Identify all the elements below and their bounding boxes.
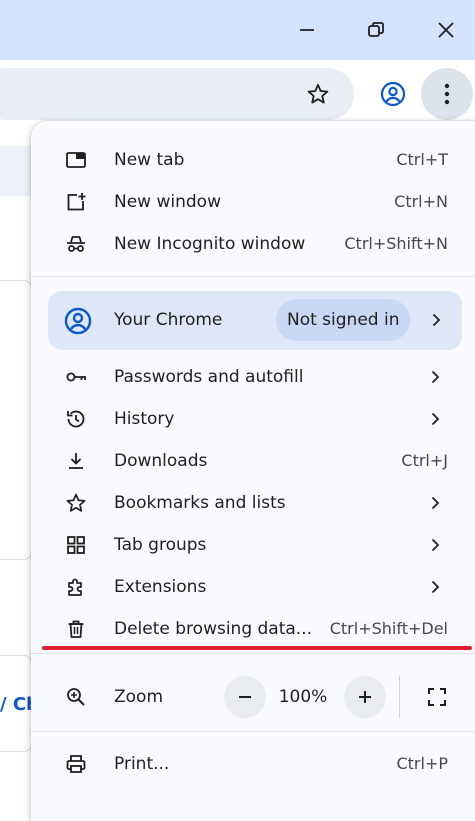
menu-item-history[interactable]: History (31, 398, 475, 440)
account-circle-icon (64, 307, 92, 335)
star-icon (65, 492, 87, 514)
three-dot-menu-icon[interactable] (421, 68, 473, 120)
menu-item-print[interactable]: Print... Ctrl+P (31, 743, 475, 785)
your-chrome-row[interactable]: Your Chrome Not signed in (48, 291, 462, 350)
menu-item-shortcut: Ctrl+T (396, 150, 448, 169)
fullscreen-icon[interactable] (426, 686, 448, 708)
menu-item-passwords[interactable]: Passwords and autofill (31, 356, 475, 398)
zoom-divider (399, 676, 400, 718)
menu-item-new-tab[interactable]: New tab Ctrl+T (31, 139, 475, 181)
menu-item-shortcut: Ctrl+P (396, 754, 448, 773)
menu-item-label: Extensions (114, 577, 207, 597)
menu-item-label: History (114, 409, 175, 429)
signin-status-badge[interactable]: Not signed in (276, 299, 411, 341)
zoom-in-button[interactable] (344, 676, 386, 718)
menu-item-shortcut: Ctrl+Shift+Del (329, 619, 448, 638)
menu-item-label: New tab (114, 150, 185, 170)
chevron-right-icon (426, 310, 446, 330)
chevron-right-icon (425, 493, 445, 513)
incognito-icon (65, 233, 87, 255)
menu-item-new-window[interactable]: New window Ctrl+N (31, 181, 475, 223)
highlight-underline (42, 646, 472, 650)
new-window-icon (65, 191, 87, 213)
your-chrome-label: Your Chrome (114, 310, 223, 330)
print-icon (65, 753, 87, 775)
menu-item-label: Print... (114, 754, 170, 774)
zoom-icon (65, 686, 87, 708)
trash-icon (65, 618, 87, 640)
menu-item-label: Bookmarks and lists (114, 493, 286, 513)
extension-icon (65, 576, 87, 598)
tab-groups-icon (65, 534, 87, 556)
menu-divider (31, 731, 475, 732)
minimize-icon[interactable] (289, 12, 325, 48)
menu-item-label: Delete browsing data... (114, 619, 313, 639)
chevron-right-icon (425, 577, 445, 597)
menu-item-downloads[interactable]: Downloads Ctrl+J (31, 440, 475, 482)
account-icon[interactable] (375, 76, 411, 112)
menu-item-extensions[interactable]: Extensions (31, 566, 475, 608)
new-tab-icon (65, 149, 87, 171)
menu-item-shortcut: Ctrl+Shift+N (344, 234, 448, 253)
menu-item-bookmarks[interactable]: Bookmarks and lists (31, 482, 475, 524)
menu-item-shortcut: Ctrl+N (394, 192, 448, 211)
chevron-right-icon (425, 367, 445, 387)
menu-divider (31, 276, 475, 277)
menu-item-new-incognito[interactable]: New Incognito window Ctrl+Shift+N (31, 223, 475, 265)
download-icon (65, 450, 87, 472)
menu-item-tab-groups[interactable]: Tab groups (31, 524, 475, 566)
star-icon[interactable] (300, 76, 336, 112)
background-card (0, 280, 32, 560)
menu-item-shortcut: Ctrl+J (401, 451, 448, 470)
restore-icon[interactable] (358, 12, 394, 48)
title-bar (0, 0, 475, 60)
close-icon[interactable] (428, 12, 464, 48)
menu-item-label: Downloads (114, 451, 208, 471)
zoom-out-button[interactable] (224, 676, 266, 718)
chevron-right-icon (425, 409, 445, 429)
history-icon (65, 408, 87, 430)
menu-item-label: New Incognito window (114, 234, 306, 254)
chrome-menu: New tab Ctrl+T New window Ctrl+N New Inc… (31, 121, 475, 821)
key-icon (65, 366, 87, 388)
menu-item-delete-browsing-data[interactable]: Delete browsing data... Ctrl+Shift+Del (31, 608, 475, 650)
menu-item-label: New window (114, 192, 221, 212)
toolbar (0, 60, 475, 128)
menu-item-label: Passwords and autofill (114, 367, 304, 387)
chevron-right-icon (425, 535, 445, 555)
menu-item-label: Tab groups (114, 535, 207, 555)
